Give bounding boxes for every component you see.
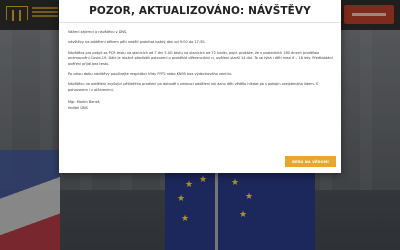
notice-modal: POZOR, AKTUALIZOVÁNO: NÁVŠTĚVY Vážení zá…	[59, 0, 341, 173]
modal-paragraph: návštěvy na oddělení během pěti nedělí p…	[68, 40, 206, 45]
signature-block: Mgr. Martin Beneš ředitel DNS	[68, 100, 334, 111]
signature-role: ředitel DNS	[68, 105, 88, 110]
modal-title: POZOR, AKTUALIZOVÁNO: NÁVŠTĚVY	[89, 5, 311, 17]
modal-divider	[59, 22, 341, 23]
modal-paragraph: Vážení zájemci o návštěvu v DNS,	[68, 30, 128, 34]
modal-paragraph: Návštěvu na oddělení zvyšující pětiletéh…	[68, 82, 319, 92]
modal-paragraph: Po celou dobu návštěvy používejte respir…	[68, 72, 233, 77]
modal-paragraph: Návštěva pro pobyt za PCR testu na stani…	[68, 50, 333, 66]
acknowledge-button[interactable]: BERU NA VĚDOMÍ	[285, 156, 336, 167]
modal-body: Vážení zájemci o návštěvu v DNS, návštěv…	[68, 30, 334, 111]
